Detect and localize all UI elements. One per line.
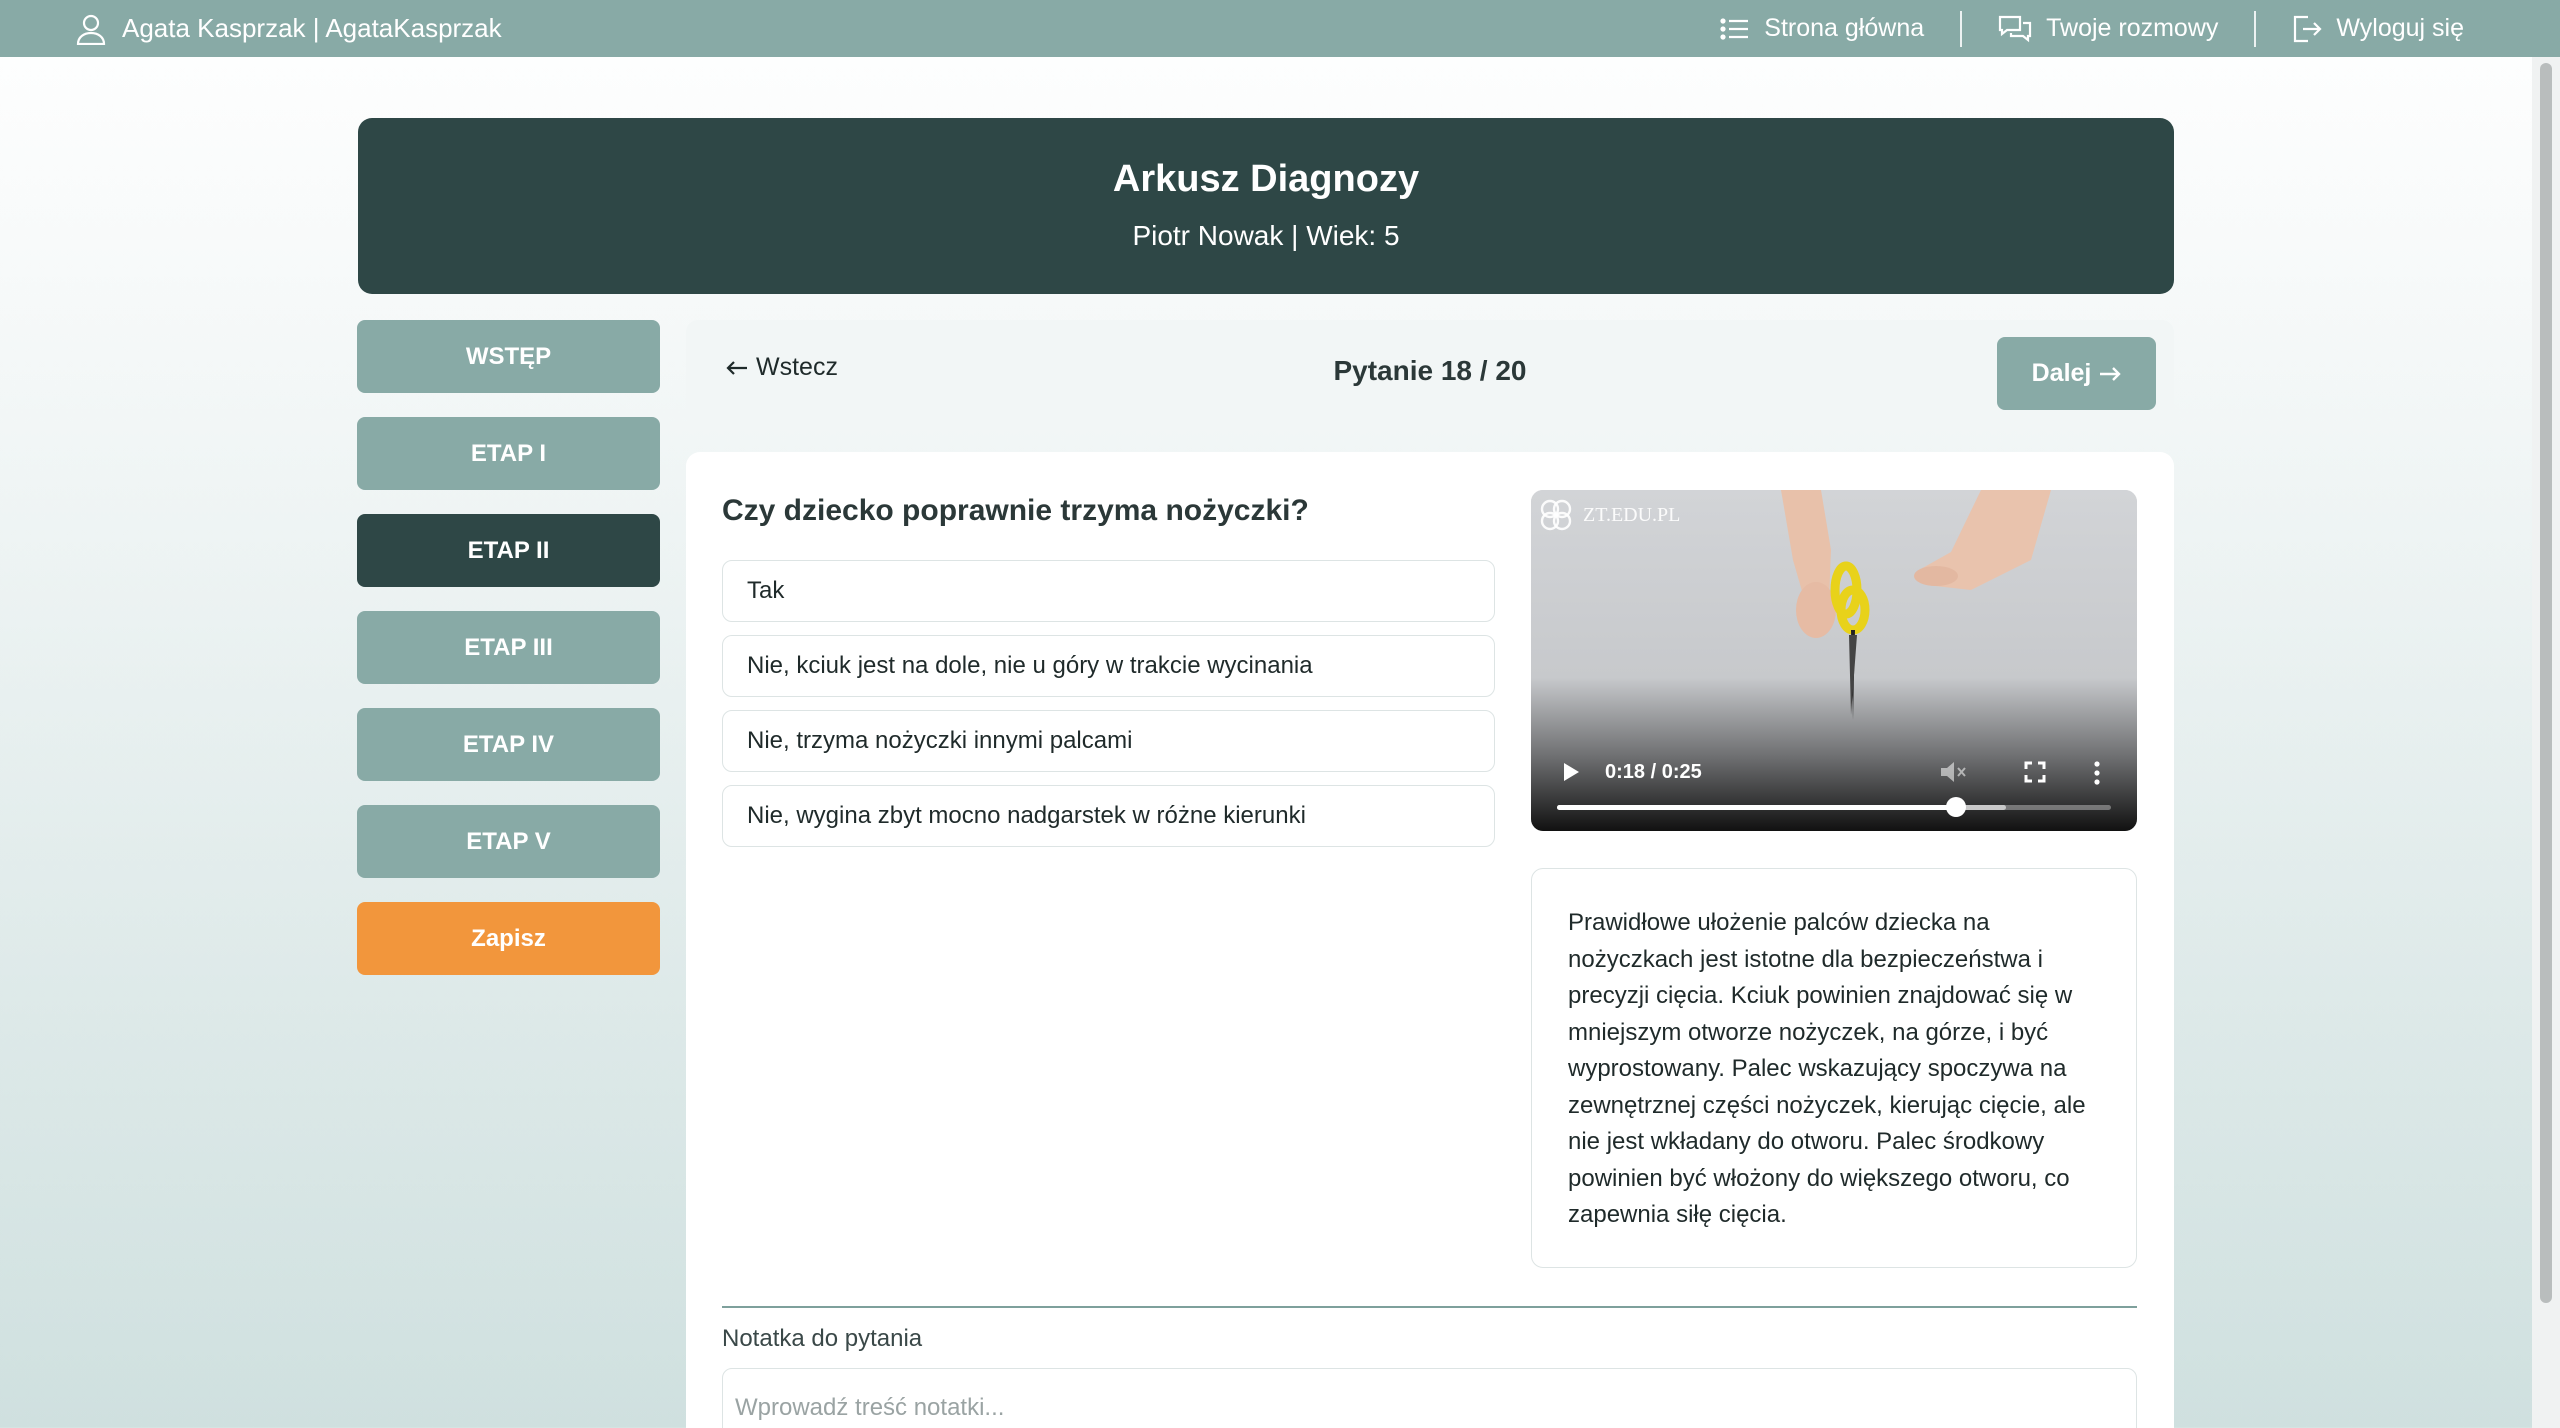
- list-icon: [1720, 17, 1750, 41]
- page-title: Arkusz Diagnozy: [1112, 158, 1420, 200]
- play-icon[interactable]: [1561, 761, 1581, 783]
- nav-conversations-label: Twoje rozmowy: [2046, 14, 2219, 42]
- stage-sidebar: WSTĘP ETAP I ETAP II ETAP III ETAP IV ET…: [357, 320, 660, 999]
- answer-option[interactable]: Nie, trzyma nożyczki innymi palcami: [722, 710, 1495, 772]
- section-divider: [722, 1306, 2137, 1308]
- video-progress-bar[interactable]: [1557, 797, 2111, 817]
- question-counter: Pytanie 18 / 20: [1333, 355, 1527, 386]
- user-icon: [76, 13, 106, 45]
- video-watermark: ZT.EDU.PL: [1537, 496, 1680, 534]
- nav-logout[interactable]: Wyloguj się: [2256, 12, 2500, 46]
- question-text: Czy dziecko poprawnie trzyma nożyczki?: [722, 494, 1309, 527]
- knot-logo-icon: [1537, 496, 1575, 534]
- answer-option[interactable]: Nie, wygina zbyt mocno nadgarstek w różn…: [722, 785, 1495, 847]
- sidebar-item-etap-2[interactable]: ETAP II: [357, 514, 660, 587]
- nav-home[interactable]: Strona główna: [1684, 12, 1960, 46]
- top-navbar: Agata Kasprzak | AgataKasprzak Strona gł…: [0, 0, 2560, 57]
- answer-option[interactable]: Tak: [722, 560, 1495, 622]
- fullscreen-icon[interactable]: [2024, 761, 2046, 783]
- volume-muted-icon[interactable]: [1939, 759, 1967, 785]
- video-progress-fill: [1557, 805, 1956, 810]
- next-button-label: Dalej: [2031, 359, 2092, 387]
- nav-home-label: Strona główna: [1764, 14, 1925, 42]
- user-info: Agata Kasprzak | AgataKasprzak: [76, 0, 502, 57]
- note-label: Notatka do pytania: [722, 1325, 923, 1352]
- answer-list: Tak Nie, kciuk jest na dole, nie u góry …: [722, 560, 1495, 860]
- sidebar-item-etap-5[interactable]: ETAP V: [357, 805, 660, 878]
- sidebar-item-etap-1[interactable]: ETAP I: [357, 417, 660, 490]
- video-controls: 0:18 / 0:25: [1531, 721, 2137, 831]
- scrollbar-thumb[interactable]: [2540, 63, 2552, 1303]
- sidebar-item-etap-3[interactable]: ETAP III: [357, 611, 660, 684]
- diagnosis-header: Arkusz Diagnozy Piotr Nowak | Wiek: 5: [358, 118, 2174, 294]
- note-input[interactable]: [722, 1368, 2137, 1428]
- save-button[interactable]: Zapisz: [357, 902, 660, 975]
- video-time: 0:18 / 0:25: [1605, 761, 1702, 783]
- more-options-icon[interactable]: [2093, 761, 2101, 785]
- video-scrubber-handle[interactable]: [1945, 797, 1966, 817]
- nav-conversations[interactable]: Twoje rozmowy: [1962, 12, 2254, 46]
- answer-option[interactable]: Nie, kciuk jest na dole, nie u góry w tr…: [722, 635, 1495, 697]
- sidebar-item-etap-4[interactable]: ETAP IV: [357, 708, 660, 781]
- page-scrollbar[interactable]: [2532, 57, 2560, 1428]
- question-card: Czy dziecko poprawnie trzyma nożyczki? T…: [686, 452, 2174, 1428]
- nav-logout-label: Wyloguj się: [2336, 14, 2464, 42]
- user-label: Agata Kasprzak | AgataKasprzak: [122, 13, 502, 43]
- video-player[interactable]: ZT.EDU.PL 0:18 / 0:25: [1531, 490, 2137, 831]
- sidebar-item-wstep[interactable]: WSTĘP: [357, 320, 660, 393]
- next-button[interactable]: Dalej: [1997, 337, 2156, 410]
- question-navigation: Wstecz Pytanie 18 / 20 Dalej: [686, 320, 2174, 426]
- watermark-text: ZT.EDU.PL: [1583, 503, 1681, 526]
- main-nav: Strona główna Twoje rozmowy Wyloguj się: [1684, 0, 2500, 57]
- chat-icon: [1998, 14, 2032, 44]
- question-description: Prawidłowe ułożenie palców dziecka na no…: [1531, 868, 2137, 1268]
- arrow-right-icon: [2099, 366, 2122, 382]
- patient-info: Piotr Nowak | Wiek: 5: [1132, 220, 1400, 251]
- logout-icon: [2292, 13, 2322, 45]
